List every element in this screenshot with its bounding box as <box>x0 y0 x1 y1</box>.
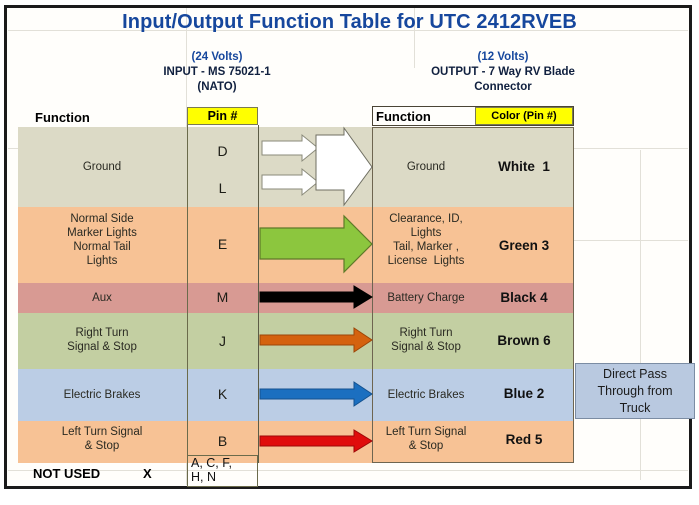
page-title: Input/Output Function Table for UTC 2412… <box>122 11 577 33</box>
output-function-battery: Battery Charge <box>387 292 465 304</box>
gridline <box>8 470 688 471</box>
pass-through-note: Direct Pass Through from Truck <box>575 363 695 419</box>
pass-through-line3: Truck <box>619 401 651 415</box>
input-nato-label: (NATO) <box>197 81 237 93</box>
gridline <box>574 240 688 241</box>
output-connector-label: Connector <box>474 81 532 93</box>
input-volts-label: (24 Volts) <box>191 51 243 63</box>
output-color-ground: White 1 <box>498 159 550 174</box>
gridline <box>574 148 688 149</box>
output-color-blue: Blue 2 <box>503 386 545 401</box>
gridline <box>640 150 641 480</box>
input-column-heading: (24 Volts) INPUT - MS 75021-1 (NATO) <box>122 50 312 95</box>
output-volts-label: (12 Volts) <box>477 51 529 63</box>
input-function-leftturn: Left Turn Signal & Stop <box>61 426 143 452</box>
input-pin-header: Pin # <box>187 107 258 125</box>
pin-letter-M: M <box>216 289 229 305</box>
not-used-label: NOT USED <box>33 466 101 481</box>
row-band-ground-mid <box>258 127 372 207</box>
not-used-mark: X <box>143 466 152 481</box>
input-function-brakes: Electric Brakes <box>63 389 141 401</box>
diagram-page: Input/Output Function Table for UTC 2412… <box>0 0 699 505</box>
output-color-header: Color (Pin #) <box>475 107 573 125</box>
pass-through-line1: Direct Pass <box>603 367 667 381</box>
pin-letter-J: J <box>219 333 226 349</box>
input-function-aux: Aux <box>92 292 112 304</box>
output-color-black: Black 4 <box>500 290 548 305</box>
row-band-leftturn-mid <box>258 421 372 463</box>
not-used-pins-line2: H, N <box>191 470 216 484</box>
pin-letter-K: K <box>217 386 228 402</box>
input-function-header: Function <box>35 110 90 125</box>
pin-column-right-rule <box>258 125 259 463</box>
pass-through-line2: Through from <box>597 384 673 398</box>
output-function-brakes: Electric Brakes <box>387 389 465 401</box>
pin-letter-B: B <box>217 433 228 449</box>
output-color-brown: Brown 6 <box>497 333 551 348</box>
cutoff-text-sliver <box>0 0 699 4</box>
row-band-marker-mid <box>258 207 372 283</box>
output-function-rightturn: Right Turn Signal & Stop <box>391 327 461 353</box>
output-function-header: Function <box>376 109 431 124</box>
input-function-ground: Ground <box>82 161 122 173</box>
pin-letter-E: E <box>217 236 228 252</box>
row-band-aux-mid <box>258 283 372 313</box>
not-used-pins-line1: A, C, F, <box>191 456 232 470</box>
output-color-green: Green 3 <box>498 238 550 253</box>
pin-letter-D: D <box>217 143 228 159</box>
pin-letter-L: L <box>218 180 227 196</box>
output-name-label: OUTPUT - 7 Way RV Blade <box>431 66 575 78</box>
row-band-rightturn-mid <box>258 313 372 369</box>
output-column-heading: (12 Volts) OUTPUT - 7 Way RV Blade Conne… <box>368 50 638 95</box>
input-function-rightturn: Right Turn Signal & Stop <box>67 327 137 353</box>
row-band-brakes-mid <box>258 369 372 421</box>
output-color-red: Red 5 <box>505 432 543 447</box>
output-function-ground: Ground <box>406 161 446 173</box>
input-name-label: INPUT - MS 75021-1 <box>163 66 271 78</box>
output-function-clearance: Clearance, ID, Lights Tail, Marker , Licens… <box>387 213 465 267</box>
output-function-leftturn: Left Turn Signal & Stop <box>385 426 467 452</box>
input-function-marker: Normal Side Marker Lights Normal Tail Light… <box>67 213 137 267</box>
